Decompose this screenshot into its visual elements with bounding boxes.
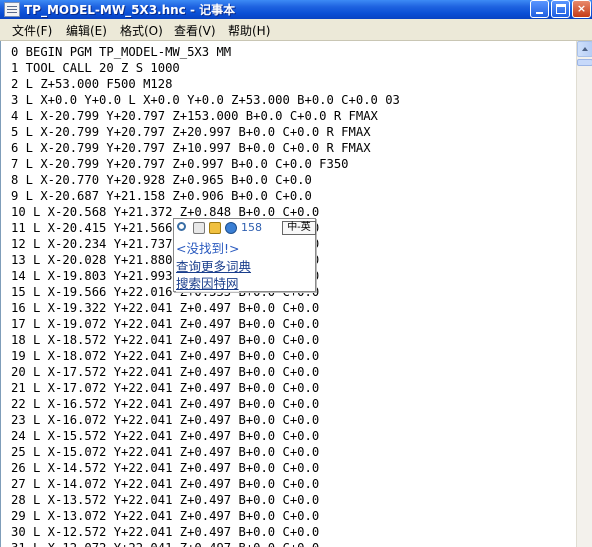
notepad-icon [4,2,20,17]
text-line: 8 L X-20.770 Y+20.928 Z+0.965 B+0.0 C+0.… [11,173,312,187]
text-line: 1 TOOL CALL 20 Z S 1000 [11,61,180,75]
menu-file[interactable]: 文件(F) [12,22,52,39]
globe-icon[interactable] [225,222,237,234]
text-line: 29 L X-13.072 Y+22.041 Z+0.497 B+0.0 C+0… [11,509,320,523]
menu-bar: 文件(F) 编辑(E) 格式(O) 查看(V) 帮助(H) [0,19,592,41]
text-line: 2 L Z+53.000 F500 M128 [11,77,173,91]
text-line: 6 L X-20.799 Y+20.797 Z+10.997 B+0.0 C+0… [11,141,371,155]
text-line: 28 L X-13.572 Y+22.041 Z+0.497 B+0.0 C+0… [11,493,320,507]
text-line: 24 L X-15.572 Y+22.041 Z+0.497 B+0.0 C+0… [11,429,320,443]
window-title: TP_MODEL-MW_5X3.hnc - 记事本 [24,3,236,17]
dictionary-popup: 158 中-英 <没找到!> 查询更多词典 搜索因特网 [173,218,316,292]
maximize-icon [556,4,566,14]
text-line: 16 L X-19.322 Y+22.041 Z+0.497 B+0.0 C+0… [11,301,320,315]
maximize-button[interactable] [551,0,570,18]
popup-not-found: <没找到!> [176,238,240,257]
menu-edit[interactable]: 编辑(E) [66,22,107,39]
text-line: 20 L X-17.572 Y+22.041 Z+0.497 B+0.0 C+0… [11,365,320,379]
text-line: 3 L X+0.0 Y+0.0 L X+0.0 Y+0.0 Z+53.000 B… [11,93,400,107]
scroll-thumb[interactable] [577,59,592,66]
minimize-button[interactable] [530,0,549,18]
menu-help[interactable]: 帮助(H) [228,22,270,39]
search-icon[interactable] [177,222,186,231]
vertical-scrollbar[interactable] [576,41,592,547]
text-line: 0 BEGIN PGM TP_MODEL-MW_5X3 MM [11,45,232,59]
text-line: 17 L X-19.072 Y+22.041 Z+0.497 B+0.0 C+0… [11,317,320,331]
speaker-icon[interactable] [209,222,221,234]
text-editor[interactable]: 0 BEGIN PGM TP_MODEL-MW_5X3 MM 1 TOOL CAL… [0,41,576,547]
text-line: 21 L X-17.072 Y+22.041 Z+0.497 B+0.0 C+0… [11,381,320,395]
text-line: 9 L X-20.687 Y+21.158 Z+0.906 B+0.0 C+0.… [11,189,312,203]
text-line: 31 L X-12.072 Y+22.041 Z+0.497 B+0.0 C+0… [11,540,319,547]
close-button[interactable]: × [572,0,591,18]
text-line: 5 L X-20.799 Y+20.797 Z+20.997 B+0.0 C+0… [11,125,371,139]
text-line: 25 L X-15.072 Y+22.041 Z+0.497 B+0.0 C+0… [11,445,320,459]
language-toggle[interactable]: 中-英 [282,221,316,235]
text-line: 7 L X-20.799 Y+20.797 Z+0.997 B+0.0 C+0.… [11,157,349,171]
title-bar[interactable]: TP_MODEL-MW_5X3.hnc - 记事本 × [0,0,592,19]
minimize-icon [536,12,543,14]
copy-icon[interactable] [193,222,205,234]
popup-toolbar: 158 中-英 [176,221,316,236]
text-line: 22 L X-16.572 Y+22.041 Z+0.497 B+0.0 C+0… [11,397,320,411]
text-line: 4 L X-20.799 Y+20.797 Z+153.000 B+0.0 C+… [11,109,378,123]
text-line: 23 L X-16.072 Y+22.041 Z+0.497 B+0.0 C+0… [11,413,320,427]
menu-view[interactable]: 查看(V) [174,22,216,39]
menu-format[interactable]: 格式(O) [120,22,163,39]
text-line: 26 L X-14.572 Y+22.041 Z+0.497 B+0.0 C+0… [11,461,320,475]
popup-search-web-link[interactable]: 搜索因特网 [176,273,239,292]
scroll-up-button[interactable] [577,41,592,57]
text-line: 27 L X-14.072 Y+22.041 Z+0.497 B+0.0 C+0… [11,477,320,491]
text-line: 18 L X-18.572 Y+22.041 Z+0.497 B+0.0 C+0… [11,333,320,347]
text-line: 30 L X-12.572 Y+22.041 Z+0.497 B+0.0 C+0… [11,525,320,539]
close-icon: × [576,2,587,15]
text-line: 19 L X-18.072 Y+22.041 Z+0.497 B+0.0 C+0… [11,349,320,363]
popup-count: 158 [241,221,262,234]
